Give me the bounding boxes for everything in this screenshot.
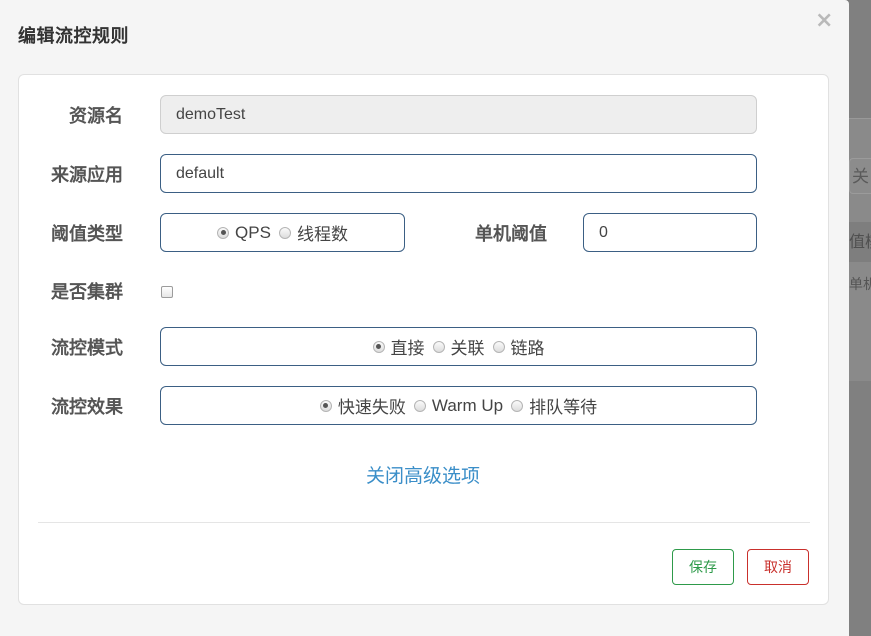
background-table-cell: 单机 <box>849 277 871 293</box>
behavior-option-warm-up[interactable]: Warm Up <box>413 396 503 416</box>
grade-option-qps[interactable]: QPS <box>217 223 271 243</box>
radio-unchecked-icon <box>511 399 524 412</box>
radio-checked-icon <box>372 340 385 353</box>
grade-label: 阈值类型 <box>51 224 123 245</box>
radio-unchecked-icon <box>492 340 505 353</box>
radio-checked-icon <box>217 226 230 239</box>
background-page: 关 值模 单机 <box>849 0 871 636</box>
limit-app-input[interactable] <box>160 154 757 193</box>
control-behavior-label: 流控效果 <box>51 397 123 418</box>
threshold-input[interactable] <box>583 213 757 252</box>
strategy-radio-group: 直接 关联 链路 <box>160 327 757 366</box>
background-search-input: 关 <box>849 158 871 194</box>
resource-label: 资源名 <box>69 106 123 127</box>
strategy-option-chain[interactable]: 链路 <box>492 334 545 359</box>
cluster-checkbox[interactable] <box>161 286 173 298</box>
dialog-body: 资源名 来源应用 阈值类型 QPS 线程数 单机阈值 是否集群 流控模式 <box>18 74 829 605</box>
radio-unchecked-icon <box>413 399 426 412</box>
close-advanced-options-link[interactable]: 关闭高级选项 <box>366 461 480 488</box>
save-button[interactable]: 保存 <box>672 549 734 585</box>
strategy-option-relate[interactable]: 关联 <box>432 334 485 359</box>
grade-radio-group: QPS 线程数 <box>160 213 405 252</box>
threshold-label: 单机阈值 <box>475 224 547 245</box>
cancel-button[interactable]: 取消 <box>747 549 809 585</box>
grade-option-thread[interactable]: 线程数 <box>278 220 348 245</box>
strategy-label: 流控模式 <box>51 338 123 359</box>
behavior-option-queue[interactable]: 排队等待 <box>511 393 597 418</box>
control-behavior-radio-group: 快速失败 Warm Up 排队等待 <box>160 386 757 425</box>
strategy-option-direct[interactable]: 直接 <box>372 334 425 359</box>
radio-checked-icon <box>319 399 332 412</box>
behavior-option-fail-fast[interactable]: 快速失败 <box>319 393 406 418</box>
resource-name-input[interactable] <box>160 95 757 134</box>
radio-unchecked-icon <box>278 226 291 239</box>
close-icon[interactable]: × <box>815 9 833 33</box>
limit-app-label: 来源应用 <box>51 165 123 186</box>
background-table-header: 值模 <box>849 222 871 262</box>
cluster-label: 是否集群 <box>51 282 123 303</box>
footer-divider <box>38 522 810 523</box>
dialog-title: 编辑流控规则 <box>18 26 129 47</box>
radio-unchecked-icon <box>432 340 445 353</box>
edit-flow-rule-dialog: 编辑流控规则 × 资源名 来源应用 阈值类型 QPS 线程数 单机阈值 是否集群… <box>0 0 849 636</box>
